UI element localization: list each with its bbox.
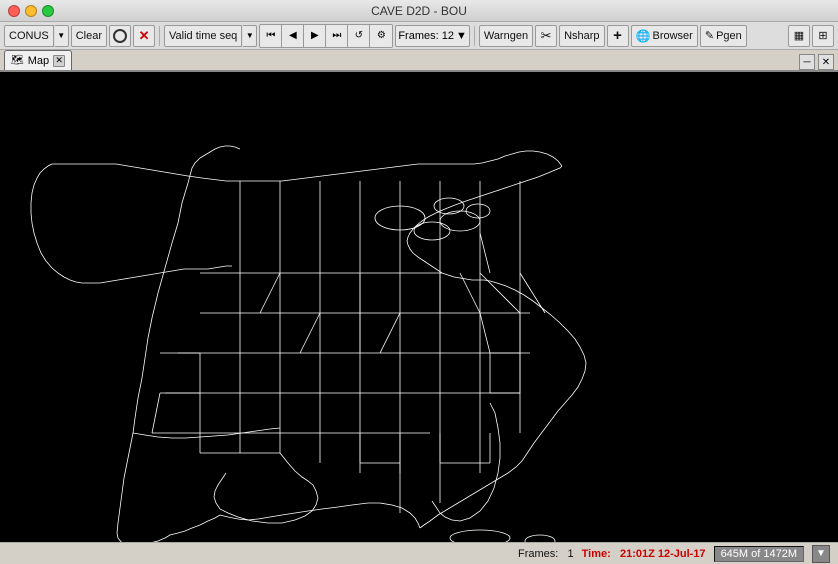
separator-1 xyxy=(159,26,160,46)
title-bar: CAVE D2D - BOU xyxy=(0,0,838,22)
time-static-label: Time: xyxy=(582,548,611,560)
window-controls xyxy=(8,5,54,17)
plus-button[interactable]: + xyxy=(607,25,629,47)
scroll-button[interactable]: ▼ xyxy=(812,545,830,563)
frames-dropdown[interactable]: Frames: 12 ▼ xyxy=(395,25,470,47)
nav-group: ⏮ ◀ ▶ ⏭ ↺ ⚙ xyxy=(259,24,393,48)
circle-icon xyxy=(113,29,127,43)
pgen-button[interactable]: ✎ Pgen xyxy=(700,25,747,47)
frames-info: Frames: 1 xyxy=(518,548,574,560)
map-svg xyxy=(0,72,838,542)
frames-dropdown-arrow: ▼ xyxy=(456,30,467,42)
tab-map-close[interactable]: ✕ xyxy=(53,55,65,67)
nav-prev-button[interactable]: ◀ xyxy=(282,25,304,47)
separator-2 xyxy=(474,26,475,46)
nsharp-button[interactable]: Nsharp xyxy=(559,25,604,47)
minimize-button[interactable] xyxy=(25,5,37,17)
frames-count: 1 xyxy=(568,548,574,560)
memory-info: 645M of 1472M xyxy=(714,546,804,562)
tab-window-controls: ─ ✕ xyxy=(799,54,834,70)
toggle-icon-button[interactable] xyxy=(109,25,131,47)
map-container[interactable] xyxy=(0,72,838,542)
pgen-icon: ✎ xyxy=(705,29,714,42)
status-bar: Frames: 1 Time: 21:01Z 12-Jul-17 645M of… xyxy=(0,542,838,564)
window-title: CAVE D2D - BOU xyxy=(371,4,467,18)
frames-label: Frames: 12 xyxy=(398,30,454,42)
toolbar: CONUS ▼ Clear ✕ Valid time seq ▼ ⏮ ◀ ▶ ⏭… xyxy=(0,22,838,50)
nav-settings-button[interactable]: ⚙ xyxy=(370,25,392,47)
frames-static-label: Frames: xyxy=(518,548,558,560)
nav-first-button[interactable]: ⏮ xyxy=(260,25,282,47)
tab-map[interactable]: 🗺 Map ✕ xyxy=(4,50,72,70)
pgen-label: Pgen xyxy=(716,30,742,42)
browser-button[interactable]: 🌐 Browser xyxy=(631,25,698,47)
nav-reload-button[interactable]: ↺ xyxy=(348,25,370,47)
nav-next-button[interactable]: ▶ xyxy=(304,25,326,47)
time-info: Time: 21:01Z 12-Jul-17 xyxy=(582,548,706,560)
valid-time-seq-arrow[interactable]: ▼ xyxy=(243,25,257,47)
valid-time-seq-label[interactable]: Valid time seq xyxy=(164,25,242,47)
expand-button[interactable]: ⊞ xyxy=(812,25,834,47)
warngen-button[interactable]: Warngen xyxy=(479,25,533,47)
nav-last-button[interactable]: ⏭ xyxy=(326,25,348,47)
valid-time-seq-dropdown[interactable]: Valid time seq ▼ xyxy=(164,25,257,47)
clear-button[interactable]: Clear xyxy=(71,25,107,47)
tab-close-button[interactable]: ✕ xyxy=(818,54,834,70)
conus-dropdown[interactable]: CONUS ▼ xyxy=(4,25,69,47)
close-button[interactable] xyxy=(8,5,20,17)
browser-label: Browser xyxy=(653,30,693,42)
conus-label[interactable]: CONUS xyxy=(4,25,54,47)
browser-icon: 🌐 xyxy=(636,29,651,43)
close-x-button[interactable]: ✕ xyxy=(133,25,155,47)
tab-map-label: Map xyxy=(28,55,49,67)
tab-restore-button[interactable]: ─ xyxy=(799,54,815,70)
maximize-button[interactable] xyxy=(42,5,54,17)
time-value: 21:01Z 12-Jul-17 xyxy=(620,548,706,560)
nsharp-icon-button[interactable]: ✂ xyxy=(535,25,557,47)
x-icon: ✕ xyxy=(139,28,150,44)
tab-bar: 🗺 Map ✕ ─ ✕ xyxy=(0,50,838,72)
toolbar-right: ▦ ⊞ xyxy=(788,25,834,47)
tab-map-icon: 🗺 xyxy=(11,55,24,66)
conus-dropdown-arrow[interactable]: ▼ xyxy=(55,25,69,47)
grid-button[interactable]: ▦ xyxy=(788,25,810,47)
